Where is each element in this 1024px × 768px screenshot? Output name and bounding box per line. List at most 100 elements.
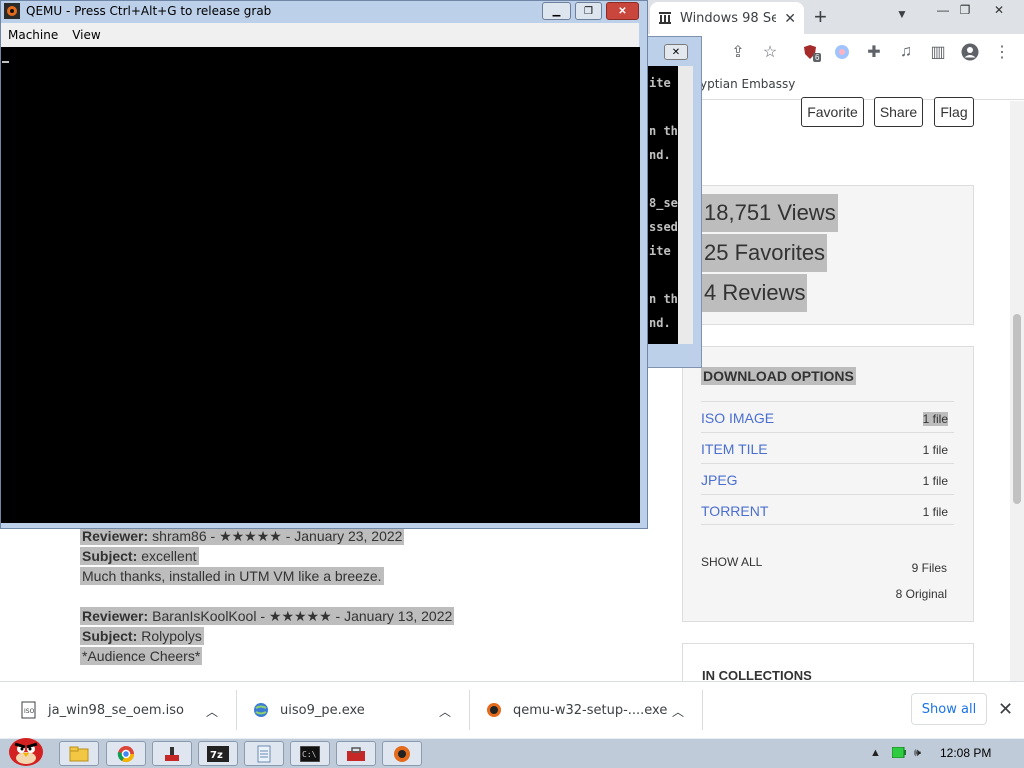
download-item[interactable]: ISO ja_win98_se_oem.iso bbox=[20, 691, 184, 729]
review-subject-line: Subject: Rolypolys bbox=[80, 627, 204, 645]
taskbar-cmd[interactable]: C:\ bbox=[290, 741, 330, 766]
download-row: TORRENT 1 file bbox=[701, 494, 954, 525]
flag-button[interactable]: Flag bbox=[934, 97, 974, 127]
download-item[interactable]: qemu-w32-setup-....exe bbox=[485, 691, 667, 729]
qemu-installer-icon bbox=[485, 701, 503, 719]
taskbar-7zip[interactable]: 7z bbox=[198, 741, 238, 766]
download-link-iso[interactable]: ISO IMAGE bbox=[701, 410, 774, 426]
close-downloads-icon[interactable]: ✕ bbox=[998, 699, 1013, 720]
chevron-down-icon[interactable]: ▼ bbox=[896, 7, 908, 21]
download-item[interactable]: uiso9_pe.exe bbox=[252, 691, 365, 729]
text-cursor bbox=[2, 61, 9, 63]
share-button[interactable]: Share bbox=[874, 97, 923, 127]
console-line: n th bbox=[649, 292, 678, 306]
toolbox-icon bbox=[347, 746, 365, 761]
side-panel-icon[interactable]: ▥ bbox=[928, 42, 948, 62]
console-line: nd. bbox=[649, 316, 671, 330]
globe-exe-icon bbox=[252, 701, 270, 719]
installer-icon bbox=[165, 746, 179, 761]
svg-text:C:\: C:\ bbox=[302, 750, 317, 759]
favorite-button[interactable]: Favorite bbox=[801, 97, 864, 127]
subject-value: excellent bbox=[141, 548, 197, 564]
favorites-count: 25 Favorites bbox=[702, 234, 828, 272]
taskbar-clock[interactable]: 12:08 PM bbox=[940, 746, 991, 760]
menu-machine[interactable]: Machine bbox=[1, 28, 65, 42]
review-reviewer-line: Reviewer: shram86 - ★★★★★ - January 23, … bbox=[80, 527, 405, 545]
download-filename: qemu-w32-setup-....exe bbox=[513, 702, 668, 718]
taskbar-notepad[interactable] bbox=[244, 741, 284, 766]
total-files-count: 9 Files bbox=[911, 561, 947, 575]
download-link-torrent[interactable]: TORRENT bbox=[701, 503, 768, 519]
reviewer-value[interactable]: BaranIsKoolKool - ★★★★★ - January 13, 20… bbox=[152, 608, 452, 625]
close-window-icon[interactable]: ✕ bbox=[982, 0, 1016, 20]
download-link-item-tile[interactable]: ITEM TILE bbox=[701, 441, 768, 457]
command-prompt-icon: C:\ bbox=[300, 745, 320, 762]
taskbar-chrome[interactable] bbox=[106, 741, 146, 766]
divider bbox=[469, 690, 470, 730]
chevron-up-icon[interactable]: ︿ bbox=[206, 703, 218, 720]
console-line: ite bbox=[649, 76, 671, 90]
review-subject-line: Subject: excellent bbox=[80, 547, 199, 565]
taskbar-toolbox[interactable] bbox=[336, 741, 376, 766]
views-count: 18,751 Views bbox=[702, 194, 838, 232]
iso-file-icon: ISO bbox=[20, 701, 38, 719]
new-tab-icon[interactable]: + bbox=[814, 4, 827, 30]
subject-value: Rolypolys bbox=[141, 628, 202, 644]
vm-display[interactable] bbox=[1, 47, 640, 523]
extensions-puzzle-icon[interactable]: ✚ bbox=[864, 42, 884, 62]
original-files-count: 8 Original bbox=[895, 587, 947, 601]
media-queue-icon[interactable]: ♫ bbox=[896, 42, 916, 62]
reviewer-label: Reviewer: bbox=[82, 608, 149, 624]
extension-circle-icon[interactable] bbox=[832, 42, 852, 62]
tab-windows98[interactable]: Windows 98 Seco ✕ bbox=[650, 2, 804, 34]
archive-favicon-icon bbox=[658, 11, 672, 25]
more-menu-icon[interactable]: ⋮ bbox=[992, 42, 1012, 62]
close-icon[interactable]: ✕ bbox=[664, 44, 688, 60]
angry-bird-icon bbox=[9, 737, 43, 766]
7zip-icon: 7z bbox=[207, 745, 229, 762]
console-line: n th bbox=[649, 124, 678, 138]
download-filename: uiso9_pe.exe bbox=[280, 702, 365, 718]
share-page-icon[interactable]: ⇪ bbox=[728, 42, 748, 62]
profile-avatar-icon[interactable] bbox=[960, 42, 980, 62]
review-body: *Audience Cheers* bbox=[80, 647, 203, 665]
bookmark-star-icon[interactable]: ☆ bbox=[760, 42, 780, 62]
chevron-up-icon[interactable]: ︿ bbox=[439, 703, 451, 720]
taskbar-explorer[interactable] bbox=[59, 741, 99, 766]
console-line: 8_se bbox=[649, 196, 678, 210]
restore-icon[interactable]: ❐ bbox=[948, 0, 982, 20]
window-title: QEMU - Press Ctrl+Alt+G to release grab bbox=[26, 4, 272, 18]
battery-icon[interactable] bbox=[891, 746, 906, 761]
console-line: nd. bbox=[649, 148, 671, 162]
chevron-up-icon[interactable]: ︿ bbox=[672, 703, 684, 720]
reviewer-value[interactable]: shram86 - ★★★★★ - January 23, 2022 bbox=[152, 528, 402, 545]
console-line: ssed bbox=[649, 220, 678, 234]
download-row: ISO IMAGE 1 file bbox=[701, 401, 954, 432]
file-count: 1 file bbox=[922, 505, 948, 519]
download-row: JPEG 1 file bbox=[701, 463, 954, 494]
tab-title: Windows 98 Seco bbox=[680, 10, 777, 26]
taskbar-qemu[interactable] bbox=[382, 741, 422, 766]
minimize-icon[interactable]: ▁ bbox=[542, 2, 571, 20]
show-all-files-link[interactable]: SHOW ALL bbox=[701, 555, 762, 569]
qemu-icon bbox=[394, 745, 410, 762]
start-button[interactable] bbox=[4, 731, 48, 768]
show-all-downloads-button[interactable]: Show all bbox=[911, 693, 987, 725]
maximize-icon[interactable]: ❐ bbox=[575, 2, 602, 20]
download-options-header: DOWNLOAD OPTIONS bbox=[701, 367, 856, 385]
console-scrollbar[interactable] bbox=[678, 66, 693, 344]
download-row: ITEM TILE 1 file bbox=[701, 432, 954, 463]
close-icon[interactable]: ✕ bbox=[606, 2, 639, 20]
page-scrollbar-thumb[interactable] bbox=[1013, 314, 1021, 504]
taskbar-app[interactable] bbox=[152, 741, 192, 766]
subject-label: Subject: bbox=[82, 628, 138, 644]
file-count: 1 file bbox=[922, 443, 948, 457]
tray-expand-icon[interactable]: ▲ bbox=[870, 747, 881, 759]
menu-bar: Machine View bbox=[1, 23, 639, 47]
tab-close-icon[interactable]: ✕ bbox=[784, 10, 796, 27]
bookmark-item[interactable]: yptian Embassy bbox=[700, 77, 795, 91]
volume-icon[interactable]: 🕪 bbox=[914, 747, 921, 760]
download-link-jpeg[interactable]: JPEG bbox=[701, 472, 738, 488]
download-filename: ja_win98_se_oem.iso bbox=[48, 702, 184, 718]
menu-view[interactable]: View bbox=[65, 28, 107, 42]
